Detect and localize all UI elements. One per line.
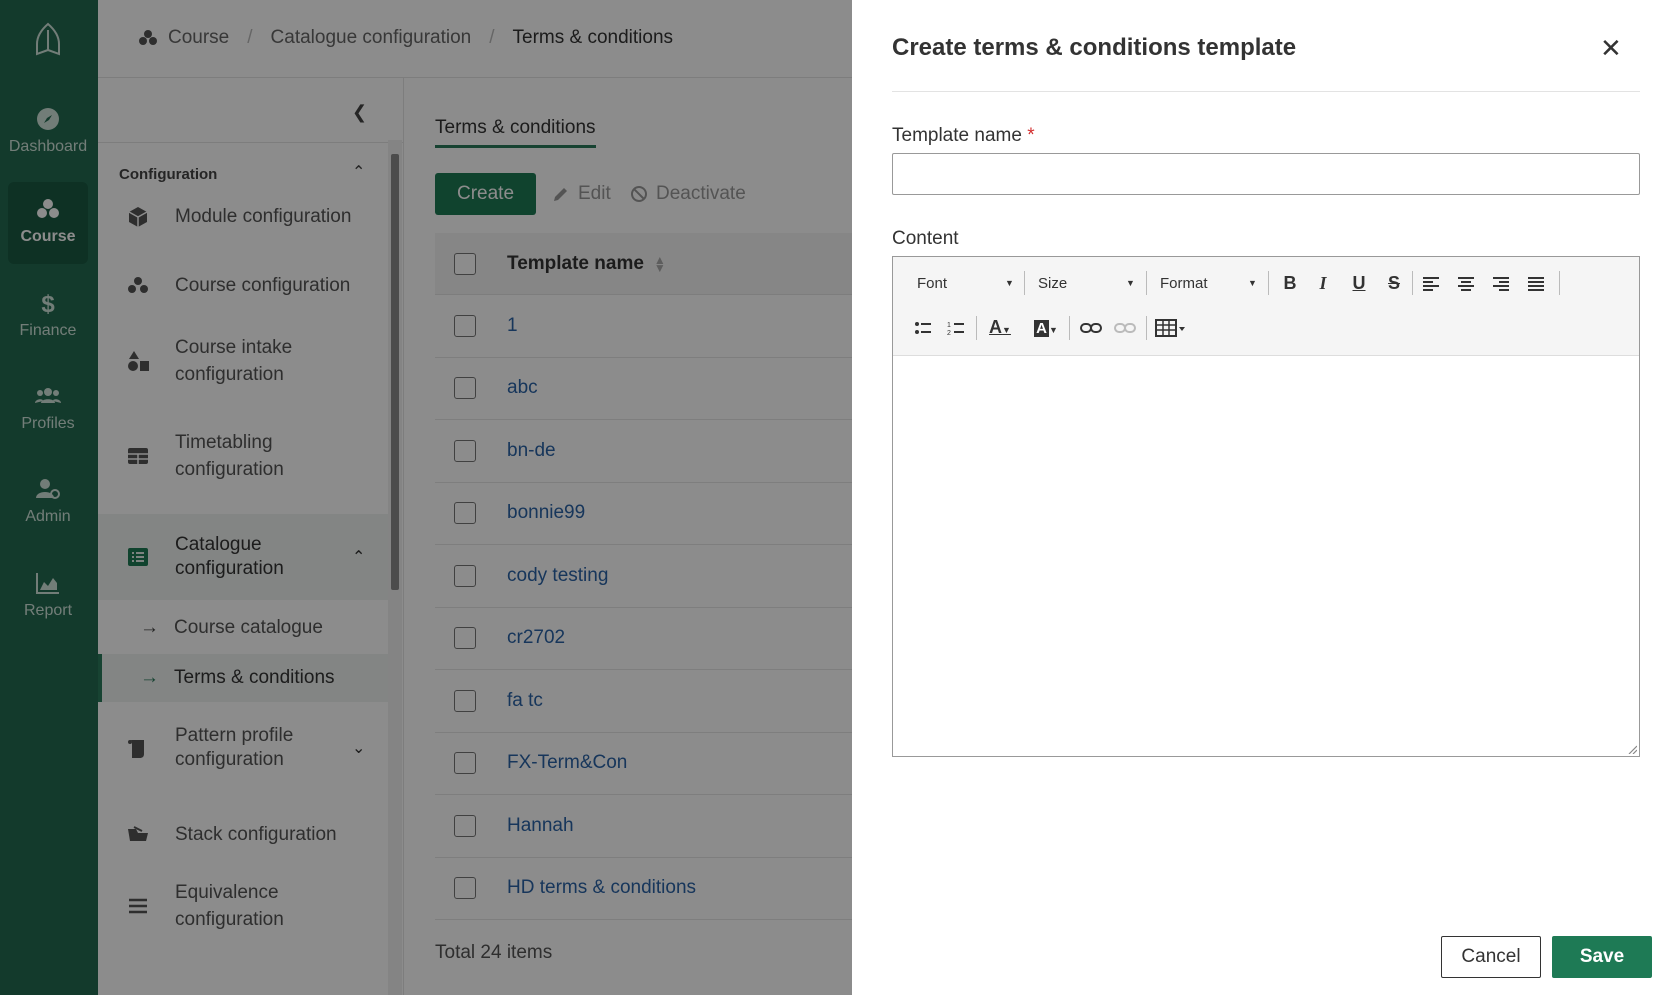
text-color-icon[interactable]: A▼ (985, 317, 1015, 338)
format-dropdown[interactable]: Format ▼ (1160, 275, 1257, 292)
toolbar-separator (1412, 271, 1413, 295)
italic-icon[interactable]: I (1311, 273, 1335, 294)
template-name-label: Template name * (892, 125, 1035, 147)
toolbar-separator (1146, 316, 1147, 340)
toolbar-separator (1268, 271, 1269, 295)
size-dropdown[interactable]: Size ▼ (1038, 275, 1135, 292)
align-right-icon[interactable] (1489, 275, 1513, 293)
editor-toolbar: Font ▼ Size ▼ Format ▼ B I U S 1 2 A▼ A … (893, 257, 1639, 356)
link-icon[interactable] (1079, 320, 1103, 336)
format-dropdown-label: Format (1160, 275, 1208, 292)
drawer-title: Create terms & conditions template (892, 34, 1297, 61)
template-name-label-text: Template name (892, 125, 1022, 146)
close-icon[interactable]: ✕ (1600, 33, 1622, 64)
svg-text:1: 1 (947, 322, 951, 329)
toolbar-separator (1146, 271, 1147, 295)
editor-content-area[interactable] (893, 356, 1639, 756)
table-insert-icon[interactable] (1155, 317, 1187, 339)
background-color-icon[interactable]: A ▼ (1031, 317, 1061, 338)
caret-down-icon: ▼ (1126, 278, 1135, 288)
bold-icon[interactable]: B (1278, 273, 1302, 294)
numbered-list-icon[interactable]: 12 (944, 319, 968, 337)
divider (892, 91, 1640, 92)
bullet-list-icon[interactable] (911, 319, 935, 337)
underline-icon[interactable]: U (1347, 273, 1371, 294)
rich-text-editor: Font ▼ Size ▼ Format ▼ B I U S 1 2 A▼ A … (892, 256, 1640, 757)
toolbar-separator (1069, 316, 1070, 340)
caret-down-icon: ▼ (1005, 278, 1014, 288)
save-button[interactable]: Save (1552, 936, 1652, 978)
resize-handle-icon[interactable] (1627, 744, 1637, 754)
align-center-icon[interactable] (1454, 275, 1478, 293)
required-mark: * (1027, 125, 1035, 146)
content-label: Content (892, 228, 959, 249)
create-template-drawer: Create terms & conditions template ✕ Tem… (852, 0, 1675, 995)
strikethrough-icon[interactable]: S (1382, 273, 1406, 294)
caret-down-icon: ▼ (1248, 278, 1257, 288)
font-dropdown-label: Font (917, 275, 948, 292)
align-left-icon[interactable] (1419, 275, 1443, 293)
size-dropdown-label: Size (1038, 275, 1068, 292)
font-dropdown[interactable]: Font ▼ (917, 275, 1014, 292)
svg-text:2: 2 (947, 330, 951, 337)
align-justify-icon[interactable] (1524, 275, 1548, 293)
toolbar-separator (1559, 271, 1560, 295)
toolbar-separator (976, 316, 977, 340)
unlink-icon[interactable] (1113, 320, 1137, 336)
toolbar-separator (1024, 271, 1025, 295)
cancel-button[interactable]: Cancel (1441, 936, 1541, 978)
template-name-input[interactable] (892, 153, 1640, 195)
